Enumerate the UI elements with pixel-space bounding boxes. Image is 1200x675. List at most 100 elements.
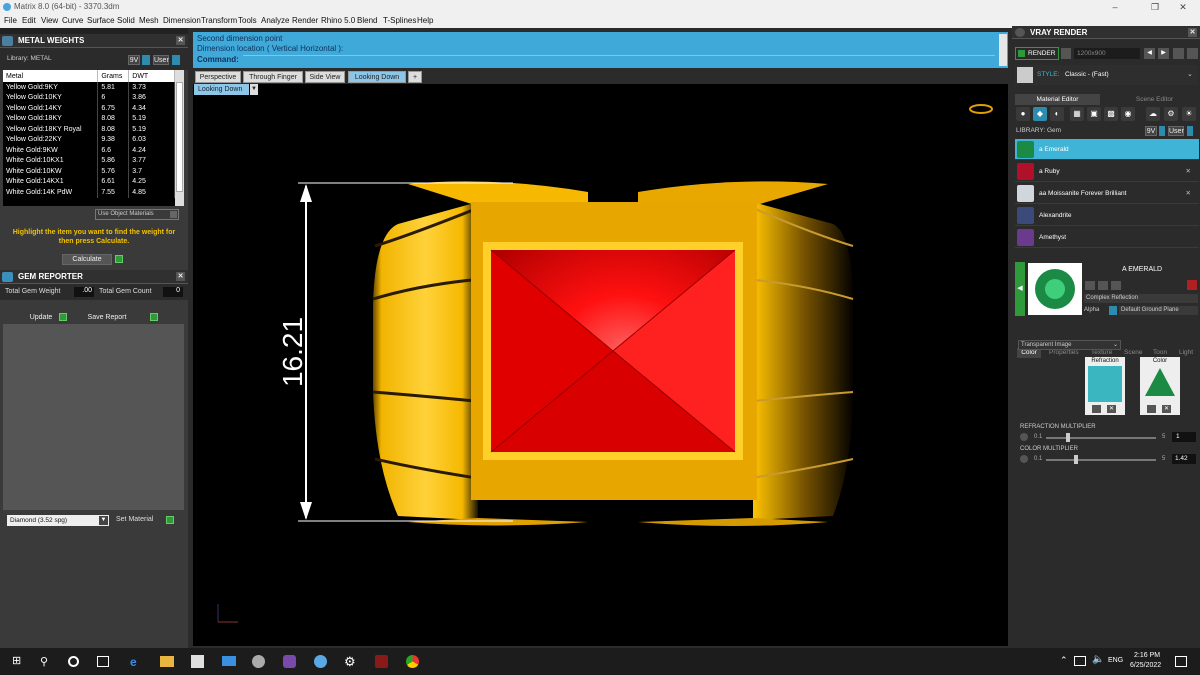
metal-lib-arrow-icon[interactable] [142,55,150,65]
save-material-icon[interactable] [1085,281,1095,290]
table-row[interactable]: White Gold:14K PdW 7.55 4.85 [3,187,175,198]
refraction-value[interactable]: 1 [1172,432,1196,442]
metal-user-arrow-icon[interactable] [172,55,180,65]
close-vray-icon[interactable]: ✕ [1188,28,1197,37]
tab-through-finger[interactable]: Through Finger [243,71,303,83]
store-icon[interactable] [191,655,204,668]
chevron-up-icon[interactable]: ⌃ [1060,655,1068,666]
rhino-icon[interactable] [252,655,265,668]
table-row[interactable]: White Gold:10KX1 5.86 3.77 [3,155,175,166]
search-icon[interactable]: ⚲ [40,655,48,668]
gear-icon[interactable] [1020,433,1028,441]
notifications-icon[interactable] [1175,656,1187,667]
table-row[interactable]: Yellow Gold:18KY 8.08 5.19 [3,113,175,124]
transparent-image-select[interactable]: Transparent Image ⌄ [1018,340,1121,350]
color-slider[interactable] [1046,459,1156,461]
menu-surface[interactable]: Surface [87,14,115,28]
menu-rhino[interactable]: Rhino 5.0 [321,14,355,28]
chrome-icon[interactable] [406,655,419,668]
resolution-field[interactable]: 1200x900 [1074,48,1140,59]
gem-lib-arrow-icon[interactable] [1159,126,1165,136]
metal-table-scrollbar[interactable] [175,70,184,206]
menu-analyze[interactable]: Analyze [261,14,289,28]
cloud-icon[interactable]: ☁ [1146,107,1160,121]
col-dwt[interactable]: DWT [128,70,175,82]
col-grams[interactable]: Grams [97,70,130,82]
refraction-slider[interactable] [1046,437,1156,439]
tab-side-view[interactable]: Side View [305,71,345,83]
table-row[interactable]: White Gold:14KX1 6.61 4.25 [3,176,175,187]
texture-icon[interactable]: ▣ [1087,107,1101,121]
update-button[interactable]: Update [26,312,56,323]
scene-icon[interactable]: ⚙ [1164,107,1178,121]
menu-curve[interactable]: Curve [62,14,83,28]
grid-icon[interactable]: ▩ [1104,107,1118,121]
close-gem-reporter-icon[interactable]: ✕ [176,272,185,281]
app-red-icon[interactable] [375,655,388,668]
save-report-go-icon[interactable] [150,313,158,321]
material-select[interactable]: Diamond (3.52 spg) ▼ [7,515,109,526]
language-indicator[interactable]: ENG [1108,657,1123,664]
menu-dimension[interactable]: Dimension [163,14,201,28]
list-item[interactable]: a Ruby ✕ [1015,161,1199,182]
eye-icon[interactable] [1092,405,1101,413]
shader-select[interactable]: Complex Reflection [1084,294,1198,303]
menu-view[interactable]: View [41,14,58,28]
cortana-icon[interactable] [68,656,79,667]
table-row[interactable]: Yellow Gold:14KY 6.75 4.34 [3,103,175,114]
color-value[interactable]: 1.42 [1172,454,1196,464]
render-button[interactable]: RENDER [1015,47,1059,60]
style-row[interactable]: STYLE: Classic - (Fast) ⌄ [1015,65,1198,85]
mail-icon[interactable] [222,656,236,666]
list-item-partial[interactable] [1015,249,1199,258]
eye-icon[interactable] [1147,405,1156,413]
tab-light[interactable]: Light [1179,348,1193,358]
viewport[interactable]: Looking Down ▼ 16.21 [193,84,1008,646]
minimize-button[interactable]: – [1098,0,1132,14]
metal-lib-user-button[interactable]: User [153,55,169,65]
refraction-slot[interactable]: Refraction ✕ [1085,357,1125,415]
slack-icon[interactable] [283,655,296,668]
folder-icon[interactable] [160,656,174,667]
metal-lib-9v-button[interactable]: 9V [128,55,140,65]
menu-blend[interactable]: Blend [357,14,377,28]
menu-tsplines[interactable]: T-Splines [383,14,416,28]
gem-icon[interactable]: ◆ [1033,107,1047,121]
copy-material-icon[interactable] [1111,281,1121,290]
set-material-button[interactable]: Set Material [116,516,153,523]
color-slider-thumb[interactable] [1074,455,1078,464]
calculate-button[interactable]: Calculate [62,254,112,265]
metal-icon[interactable]: ◉ [1121,107,1135,121]
tab-scene-editor[interactable]: Scene Editor [1112,94,1197,105]
table-row[interactable]: Yellow Gold:22KY 9.38 6.03 [3,134,175,145]
rewind-icon[interactable]: ◀ [1144,48,1155,59]
clear-icon[interactable]: ✕ [1162,405,1171,413]
volume-icon[interactable]: 🔈 [1092,654,1104,665]
settings-gear-icon[interactable]: ⚙ [344,654,356,670]
drop-icon[interactable]: ● [1016,107,1030,121]
collapse-preview-icon[interactable]: ◀ [1015,262,1025,316]
resolution-icon[interactable] [1061,48,1071,59]
menu-edit[interactable]: Edit [22,14,36,28]
menu-help[interactable]: Help [417,14,433,28]
clock-time[interactable]: 2:16 PM [1134,652,1160,659]
reset-material-icon[interactable] [1187,280,1197,290]
edge-icon[interactable]: e [130,655,137,669]
menu-file[interactable]: File [4,14,17,28]
light-icon[interactable]: ☀ [1182,107,1196,121]
gem-lib-user-button[interactable]: User [1168,126,1184,136]
menu-tools[interactable]: Tools [238,14,257,28]
menu-solid[interactable]: Solid [117,14,135,28]
update-go-icon[interactable] [59,313,67,321]
list-item[interactable]: aa Moissanite Forever Brilliant ✕ [1015,183,1199,204]
command-input[interactable] [243,55,995,66]
network-icon[interactable] [1074,656,1086,666]
tab-looking-down[interactable]: Looking Down [348,71,406,83]
close-window-button[interactable]: ✕ [1166,0,1200,14]
ground-select[interactable]: Default Ground Plane [1119,306,1198,315]
alpha-icon[interactable] [1109,306,1117,315]
table-row[interactable]: White Gold:9KW 6.6 4.24 [3,145,175,156]
start-icon[interactable]: ⊞ [12,656,23,667]
play-icon[interactable]: ▶ [1158,48,1169,59]
table-row[interactable]: Yellow Gold:9KY 5.81 3.73 [3,82,175,93]
